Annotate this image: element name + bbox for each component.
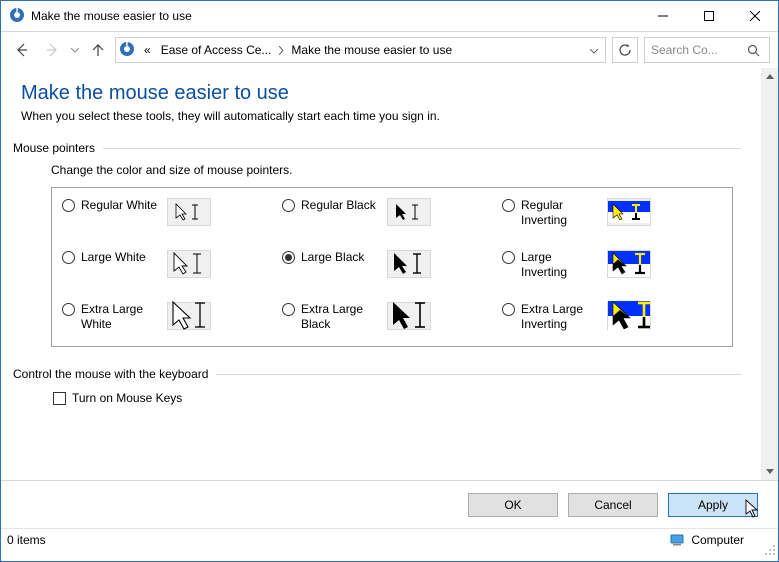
option-large-inverting[interactable]: Large Inverting [502,250,722,280]
cursor-preview [607,302,651,330]
vertical-scrollbar[interactable] [761,68,778,480]
search-input[interactable] [645,42,741,58]
cursor-preview [607,250,651,278]
option-large-white[interactable]: Large White [62,250,282,280]
window-title: Make the mouse easier to use [31,9,192,23]
option-label: Large Inverting [521,250,601,280]
computer-icon [670,534,686,546]
option-label: Extra Large White [81,302,161,332]
radio-icon [502,199,515,212]
dialog-button-bar: OK Cancel Apply [1,481,778,529]
option-label: Large Black [301,250,381,265]
section-keyboard-mouse: Control the mouse with the keyboard [13,367,216,381]
option-label: Regular Black [301,198,381,213]
up-button[interactable] [85,37,111,63]
option-extra-large-black[interactable]: Extra Large Black [282,302,502,332]
radio-icon [62,251,75,264]
cursor-preview [387,250,431,278]
apply-button[interactable]: Apply [668,493,758,517]
refresh-button[interactable] [612,37,638,63]
option-label: Regular White [81,198,161,213]
breadcrumb-seg-1[interactable]: Ease of Access Ce... [158,43,275,57]
history-dropdown[interactable] [69,48,81,53]
breadcrumb-dropdown[interactable] [590,43,598,57]
checkbox-icon [53,392,66,405]
option-extra-large-inverting[interactable]: Extra Large Inverting [502,302,722,332]
cancel-button[interactable]: Cancel [568,493,658,517]
breadcrumb-prefix[interactable]: « [141,43,154,57]
status-items: 0 items [7,533,46,547]
chevron-right-icon[interactable] [278,46,284,55]
cursor-icon [745,499,759,522]
option-extra-large-white[interactable]: Extra Large White [62,302,282,332]
pointer-options-frame: Regular White Regular Black Regular Inve… [51,187,733,347]
scroll-up-icon[interactable] [761,68,778,85]
pointers-description: Change the color and size of mouse point… [51,163,741,177]
cursor-preview [167,250,211,278]
button-label: Apply [698,498,728,512]
divider [103,148,741,149]
divider [216,374,741,375]
status-location: Computer [691,533,744,547]
search-box[interactable] [644,37,770,63]
mousekeys-checkbox[interactable]: Turn on Mouse Keys [53,391,741,405]
nav-toolbar: « Ease of Access Ce... Make the mouse ea… [1,32,778,68]
back-button[interactable] [9,37,35,63]
content-pane: Make the mouse easier to use When you se… [1,68,761,480]
forward-button[interactable] [39,37,65,63]
option-label: Large White [81,250,161,265]
breadcrumb-bar[interactable]: « Ease of Access Ce... Make the mouse ea… [115,37,606,63]
minimize-button[interactable] [640,1,686,31]
radio-icon [502,303,515,316]
radio-icon [62,303,75,316]
search-icon[interactable] [741,44,765,57]
cursor-preview [167,198,211,226]
radio-icon [502,251,515,264]
button-label: Cancel [594,498,631,512]
breadcrumb-seg-2[interactable]: Make the mouse easier to use [288,43,455,57]
close-button[interactable] [732,1,778,31]
section-mouse-pointers: Mouse pointers [13,141,103,155]
option-regular-inverting[interactable]: Regular Inverting [502,198,722,228]
radio-icon [282,303,295,316]
resize-grip[interactable] [764,544,776,559]
mousekeys-label: Turn on Mouse Keys [72,391,182,405]
option-label: Extra Large Black [301,302,381,332]
page-title: Make the mouse easier to use [21,82,741,105]
option-label: Extra Large Inverting [521,302,601,332]
maximize-button[interactable] [686,1,732,31]
option-regular-white[interactable]: Regular White [62,198,282,228]
cursor-preview [387,302,431,330]
titlebar: Make the mouse easier to use [1,1,778,32]
button-label: OK [504,498,521,512]
control-panel-icon [119,41,135,60]
status-bar: 0 items Computer [1,529,778,551]
control-panel-icon [9,7,25,26]
option-regular-black[interactable]: Regular Black [282,198,502,228]
option-large-black[interactable]: Large Black [282,250,502,280]
radio-icon [62,199,75,212]
page-subtitle: When you select these tools, they will a… [21,109,741,123]
cursor-preview [607,198,651,226]
radio-icon [282,199,295,212]
cursor-preview [387,198,431,226]
radio-icon [282,251,295,264]
ok-button[interactable]: OK [468,493,558,517]
scroll-down-icon[interactable] [761,463,778,480]
option-label: Regular Inverting [521,198,601,228]
cursor-preview [167,302,211,330]
